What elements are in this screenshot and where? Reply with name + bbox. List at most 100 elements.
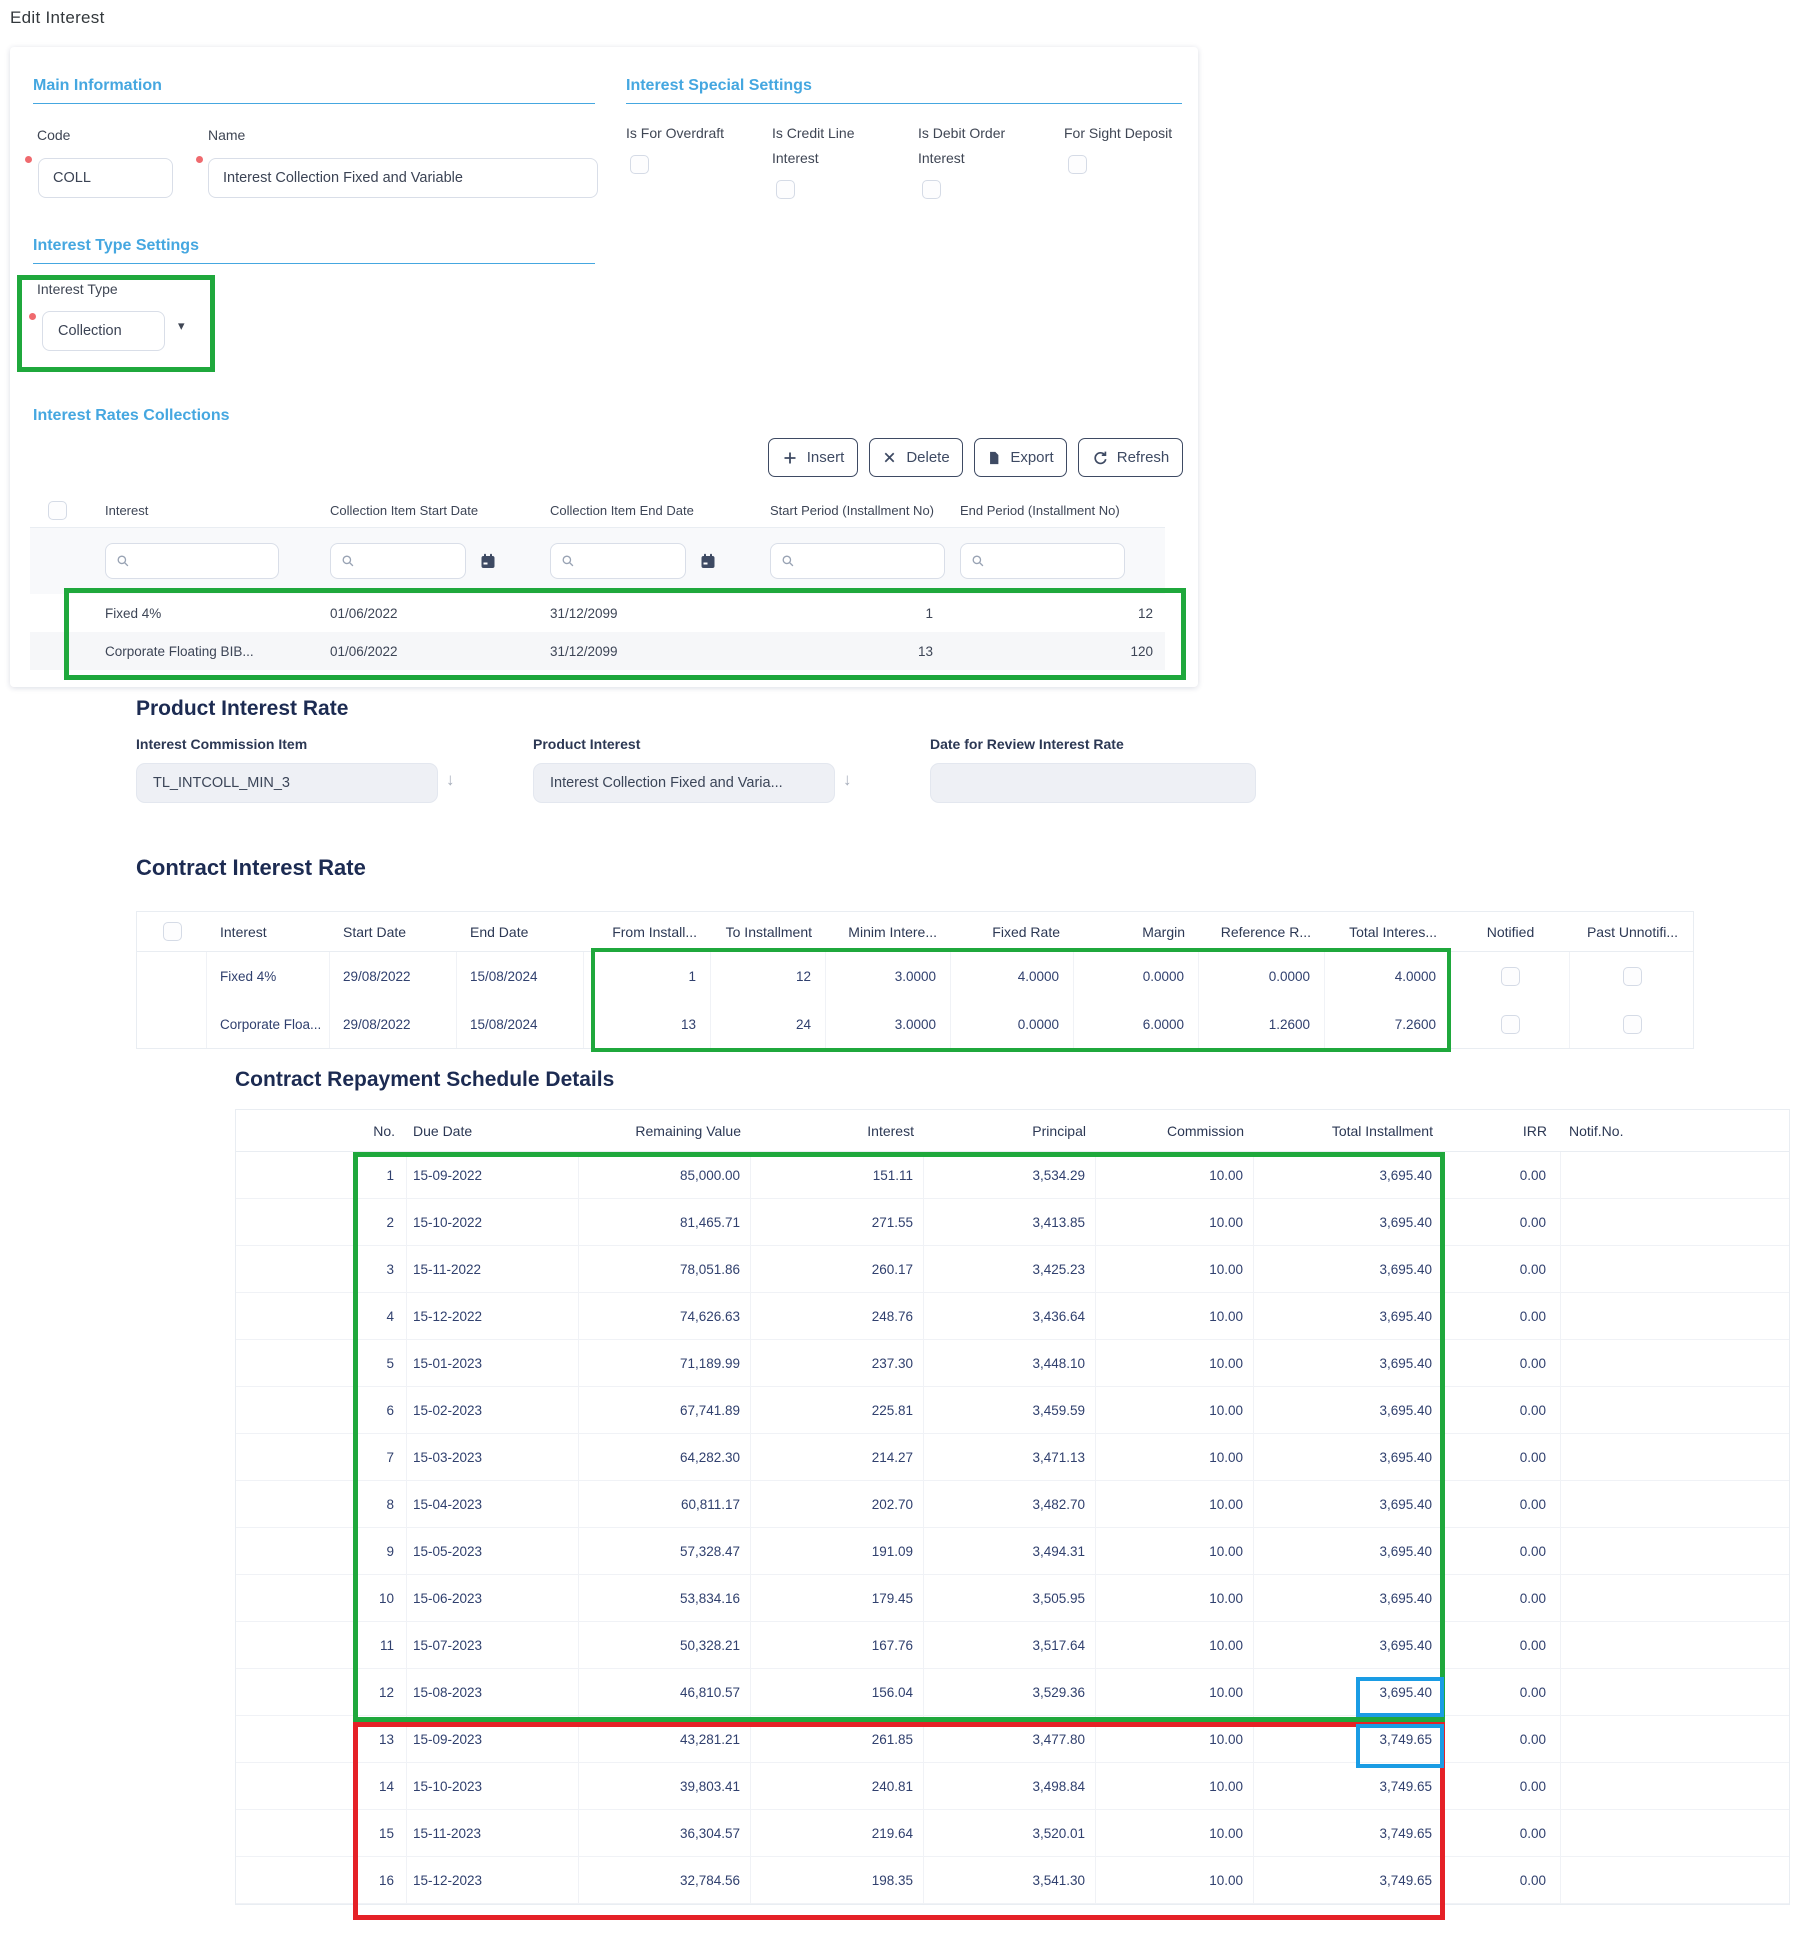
cell <box>1561 1528 1791 1575</box>
cell: 64,282.30 <box>579 1434 751 1481</box>
cell: 0.00 <box>1443 1387 1561 1434</box>
column-header: Notif.No. <box>1561 1123 1791 1139</box>
past-unnotified-checkbox[interactable] <box>1623 1015 1642 1034</box>
search-input[interactable] <box>330 543 466 579</box>
table-row[interactable]: 815-04-202360,811.17202.703,482.7010.003… <box>236 1481 1789 1528</box>
search-input[interactable] <box>105 543 279 579</box>
page-title: Edit Interest <box>10 8 105 28</box>
search-input[interactable] <box>550 543 686 579</box>
table-row[interactable]: 1315-09-202343,281.21261.853,477.8010.00… <box>236 1716 1789 1763</box>
select-all-checkbox[interactable] <box>163 922 182 941</box>
cell: 0.00 <box>1443 1481 1561 1528</box>
name-input[interactable] <box>208 158 598 198</box>
cell: 0.00 <box>1443 1152 1561 1199</box>
edit-interest-page: Edit Interest Main Information Interest … <box>0 0 1798 1936</box>
delete-button[interactable]: Delete <box>869 438 963 477</box>
checkbox[interactable] <box>922 180 941 199</box>
column-filter-input[interactable] <box>991 554 1118 569</box>
cell-notified <box>1451 1000 1570 1048</box>
cell: 248.76 <box>751 1293 924 1340</box>
field-value-box[interactable]: TL_INTCOLL_MIN_3 <box>136 763 438 803</box>
cell: 3 <box>357 1246 407 1293</box>
cell: 11 <box>357 1622 407 1669</box>
cell: 10.00 <box>1096 1246 1254 1293</box>
cell: 3,413.85 <box>924 1199 1096 1246</box>
table-row[interactable]: 215-10-202281,465.71271.553,413.8510.003… <box>236 1199 1789 1246</box>
cell: 71,189.99 <box>579 1340 751 1387</box>
checkbox[interactable] <box>630 155 649 174</box>
cell: 3,471.13 <box>924 1434 1096 1481</box>
cell: 3,498.84 <box>924 1763 1096 1810</box>
cell: 36,304.57 <box>579 1810 751 1857</box>
refresh-button[interactable]: Refresh <box>1078 438 1183 477</box>
cell: 0.00 <box>1443 1716 1561 1763</box>
table-row[interactable]: 1215-08-202346,810.57156.043,529.3610.00… <box>236 1669 1789 1716</box>
calendar-icon[interactable] <box>700 553 716 570</box>
cell: 46,810.57 <box>579 1669 751 1716</box>
notified-checkbox[interactable] <box>1501 967 1520 986</box>
select-all-checkbox[interactable] <box>48 501 67 520</box>
table-row[interactable]: 1115-07-202350,328.21167.763,517.6410.00… <box>236 1622 1789 1669</box>
table-row[interactable]: 515-01-202371,189.99237.303,448.1010.003… <box>236 1340 1789 1387</box>
table-row[interactable]: 915-05-202357,328.47191.093,494.3110.003… <box>236 1528 1789 1575</box>
filter-cell <box>535 543 755 579</box>
cell-past-unnotified <box>1570 1000 1695 1048</box>
gutter-cell <box>236 1528 357 1575</box>
table-row[interactable]: 1615-12-202332,784.56198.353,541.3010.00… <box>236 1857 1789 1904</box>
column-filter-input[interactable] <box>801 554 938 569</box>
checkbox[interactable] <box>1068 155 1087 174</box>
interest-type-select[interactable]: Collection <box>42 311 165 351</box>
column-filter-input[interactable] <box>361 554 459 569</box>
button-label: Export <box>1010 449 1053 466</box>
table-row[interactable]: 1515-11-202336,304.57219.643,520.0110.00… <box>236 1810 1789 1857</box>
special-setting-item: Is For Overdraft <box>626 121 772 199</box>
table-row[interactable]: 1415-10-202339,803.41240.813,498.8410.00… <box>236 1763 1789 1810</box>
cell: 15-12-2022 <box>407 1293 579 1340</box>
chevron-down-icon[interactable]: ▾ <box>178 318 185 334</box>
cell: 0.00 <box>1443 1199 1561 1246</box>
rates-table-header: InterestCollection Item Start DateCollec… <box>30 494 1165 528</box>
table-row[interactable]: 615-02-202367,741.89225.813,459.5910.003… <box>236 1387 1789 1434</box>
column-filter-input[interactable] <box>136 554 272 569</box>
column-header: Reference R... <box>1199 924 1325 940</box>
table-row[interactable]: Corporate Floating BIB...01/06/202231/12… <box>30 632 1165 670</box>
cell-end-date: 31/12/2099 <box>535 606 755 621</box>
code-input[interactable] <box>38 158 173 198</box>
table-row[interactable]: 415-12-202274,626.63248.763,436.6410.003… <box>236 1293 1789 1340</box>
checkbox-label: Is Debit Order Interest <box>918 121 1036 171</box>
field-value-box[interactable] <box>930 763 1256 803</box>
notified-checkbox[interactable] <box>1501 1015 1520 1034</box>
column-header: Due Date <box>407 1123 579 1139</box>
table-row[interactable]: Fixed 4%01/06/202231/12/2099112 <box>30 594 1165 632</box>
column-filter-input[interactable] <box>581 554 679 569</box>
cell: 3,529.36 <box>924 1669 1096 1716</box>
rates-table-filter-row <box>30 528 1165 594</box>
insert-button[interactable]: Insert <box>768 438 858 477</box>
cell: 219.64 <box>751 1810 924 1857</box>
rates-collections-heading: Interest Rates Collections <box>33 407 230 433</box>
cell: 0.00 <box>1443 1340 1561 1387</box>
table-row[interactable]: 115-09-202285,000.00151.113,534.2910.003… <box>236 1152 1789 1199</box>
cell: 4.0000 <box>951 952 1074 1000</box>
contract-interest-rate-title: Contract Interest Rate <box>136 855 366 881</box>
cell <box>1561 1340 1791 1387</box>
cell: 3,695.40 <box>1254 1481 1443 1528</box>
table-row[interactable]: 1015-06-202353,834.16179.453,505.9510.00… <box>236 1575 1789 1622</box>
table-row[interactable]: 715-03-202364,282.30214.273,471.1310.003… <box>236 1434 1789 1481</box>
cell: 151.11 <box>751 1152 924 1199</box>
cell: 3,448.10 <box>924 1340 1096 1387</box>
column-header: Margin <box>1074 924 1199 940</box>
export-button[interactable]: Export <box>974 438 1067 477</box>
table-row[interactable]: 315-11-202278,051.86260.173,425.2310.003… <box>236 1246 1789 1293</box>
checkbox[interactable] <box>776 180 795 199</box>
search-input[interactable] <box>960 543 1125 579</box>
search-input[interactable] <box>770 543 945 579</box>
cell: 15-04-2023 <box>407 1481 579 1528</box>
past-unnotified-checkbox[interactable] <box>1623 967 1642 986</box>
calendar-icon[interactable] <box>480 553 496 570</box>
table-row[interactable]: Corporate Floa...29/08/202215/08/2024132… <box>137 1000 1693 1048</box>
field-value-box[interactable]: Interest Collection Fixed and Varia... <box>533 763 835 803</box>
cell: 81,465.71 <box>579 1199 751 1246</box>
gutter-cell <box>236 1387 357 1434</box>
table-row[interactable]: Fixed 4%29/08/202215/08/20241123.00004.0… <box>137 952 1693 1000</box>
